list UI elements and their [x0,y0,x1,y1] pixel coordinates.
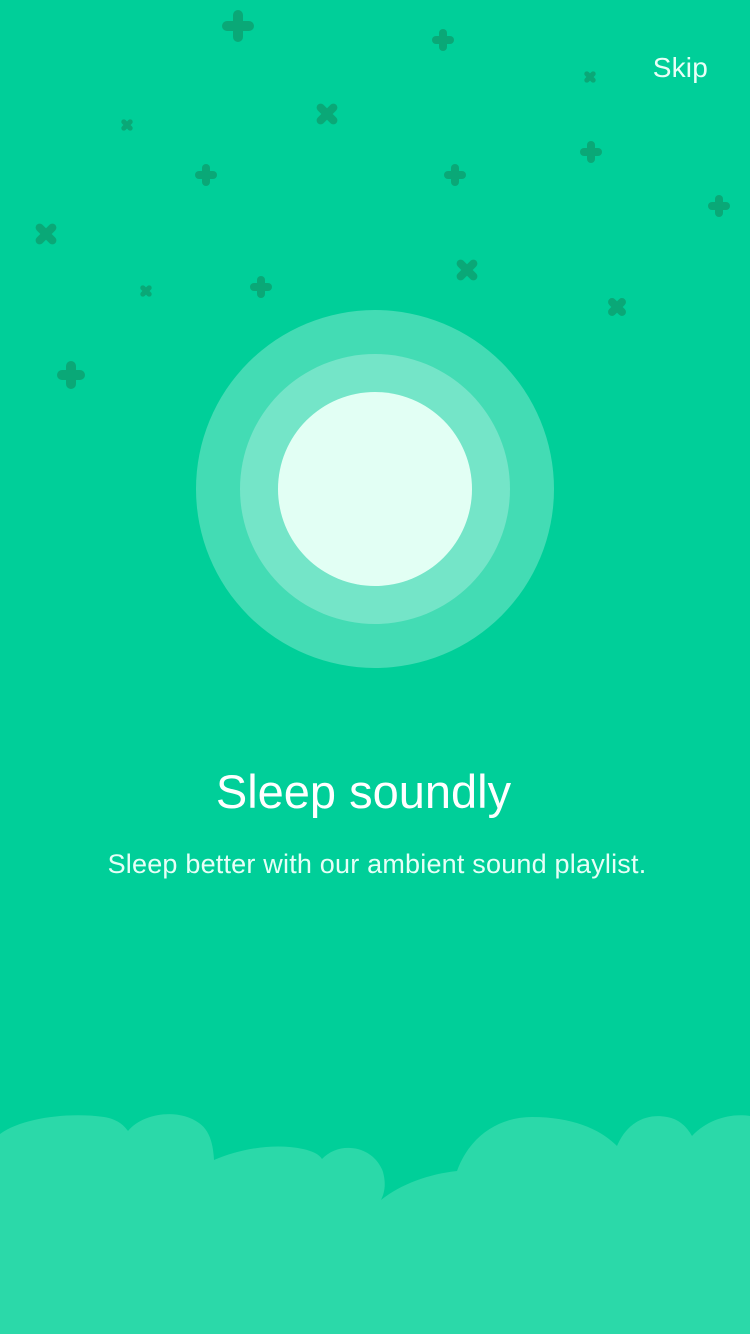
onboarding-description: Sleep better with our ambient sound play… [107,849,647,879]
plus-star-icon [140,285,152,297]
plus-star-icon [432,29,454,51]
plus-star-icon [222,10,254,42]
onboarding-title: Sleep soundly [215,765,512,818]
plus-star-icon [121,119,133,131]
plus-star-icon [316,103,338,125]
plus-star-icon [608,298,626,316]
skip-button[interactable]: Skip [653,50,708,86]
plus-star-icon [57,361,85,389]
plus-star-icon [584,71,596,83]
plus-star-icon [708,195,730,217]
onboarding-screen: Skip Sleep soundly Sleep better with our… [0,0,750,1334]
plus-star-icon [195,164,217,186]
moon-icon [196,310,554,668]
moon-core [278,392,472,586]
cloud-icon [0,1114,750,1334]
plus-star-icon [250,276,272,298]
plus-star-icon [580,141,602,163]
plus-star-icon [456,259,478,281]
plus-star-icon [444,164,466,186]
plus-star-icon [35,223,57,245]
